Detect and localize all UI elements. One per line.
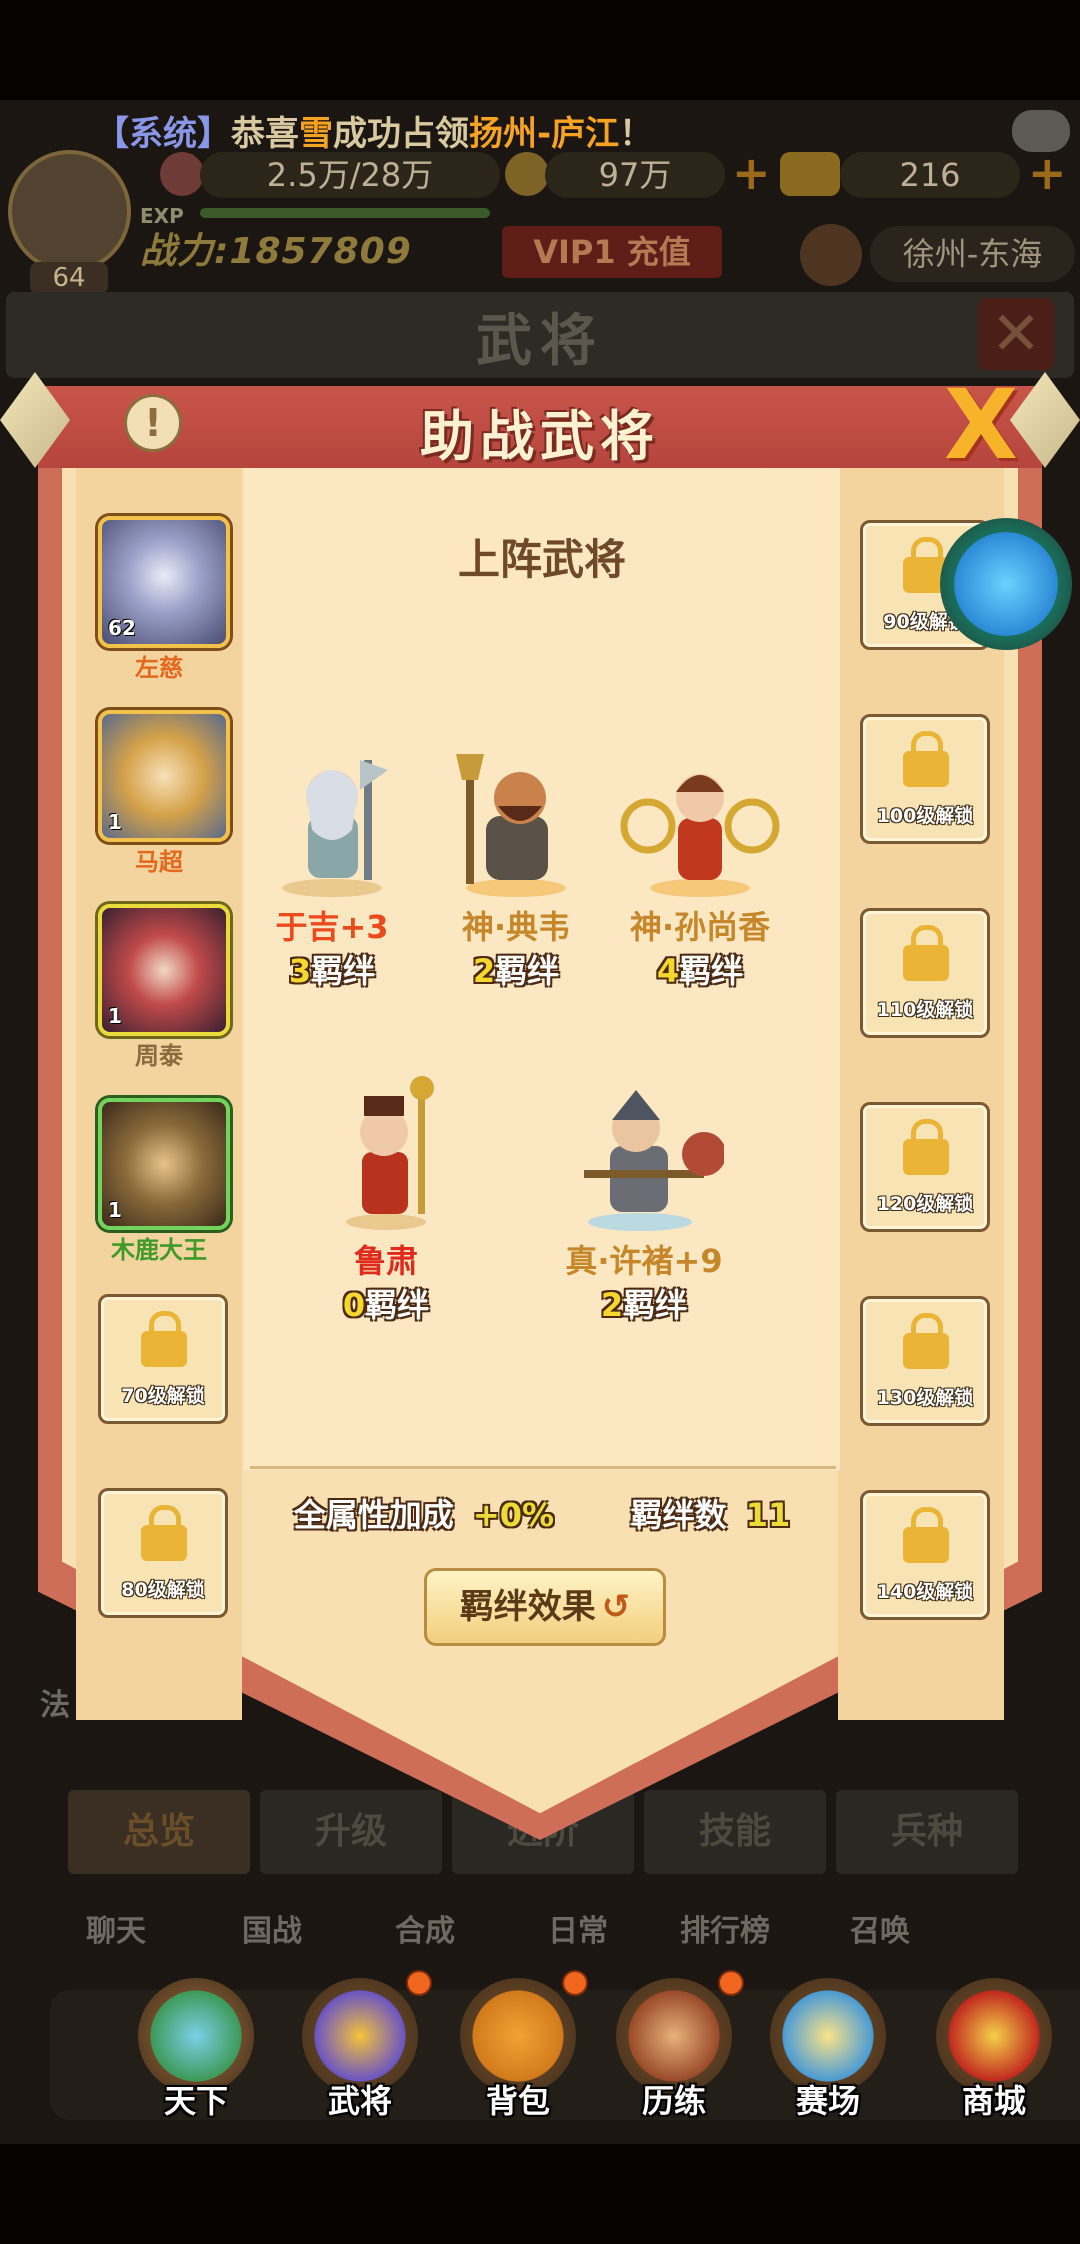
coin-counter: 97万 <box>545 152 725 198</box>
general-name: 真·许褚+9 <box>565 1242 723 1280</box>
tab-upgrade[interactable]: 升级 <box>260 1790 442 1874</box>
gold-ingot-icon <box>780 152 840 196</box>
coin-icon <box>505 152 549 196</box>
vip-recharge-button[interactable]: VIP1 充值 <box>502 226 722 278</box>
locked-slot-140[interactable]: 140级解锁 <box>860 1490 990 1620</box>
location-label[interactable]: 徐州-东海 <box>870 226 1075 282</box>
support-slot-1[interactable]: 62 <box>98 516 230 648</box>
lock-icon <box>903 925 949 981</box>
player-level-badge: 64 <box>30 262 108 294</box>
notification-dot <box>406 1970 432 1996</box>
general-figure <box>456 754 566 897</box>
locked-slot-130[interactable]: 130级解锁 <box>860 1296 990 1426</box>
general-bond-count: 0羁绊 <box>342 1286 430 1324</box>
player-avatar[interactable] <box>8 150 131 273</box>
locked-slot-110[interactable]: 110级解锁 <box>860 908 990 1038</box>
general-figure <box>584 1090 724 1231</box>
bond-effect-button[interactable]: 羁绊效果 ↺ <box>424 1568 666 1646</box>
popup-close-button[interactable]: X <box>936 377 1026 473</box>
locked-slot-100[interactable]: 100级解锁 <box>860 714 990 844</box>
outer-close-button[interactable]: ✕ <box>978 298 1054 370</box>
general-figure <box>346 1076 434 1230</box>
floating-assistant-slime-icon[interactable] <box>940 518 1072 650</box>
food-counter: 2.5万/28万 <box>200 152 500 198</box>
add-gold-button[interactable]: + <box>1028 146 1067 200</box>
menu-chat[interactable]: 聊天 <box>86 1906 146 1950</box>
general-bond-count: 2羁绊 <box>600 1286 688 1324</box>
notification-dot <box>718 1970 744 1996</box>
support-slot-4[interactable]: 1 <box>98 1098 230 1230</box>
nav-bag-button[interactable]: 背包 <box>448 1970 588 2120</box>
bond-stats-line: 全属性加成 +0% 羁绊数 11 <box>293 1496 791 1534</box>
menu-daily[interactable]: 日常 <box>548 1906 608 1950</box>
gold-counter: 216 <box>840 152 1020 198</box>
system-ticker: 【系统】恭喜雪成功占领扬州-庐江！ <box>95 114 654 154</box>
lock-icon <box>141 1311 187 1367</box>
notification-dot <box>562 1970 588 1996</box>
tab-troops[interactable]: 兵种 <box>836 1790 1018 1874</box>
lock-icon <box>903 1119 949 1175</box>
locked-slot-80[interactable]: 80级解锁 <box>98 1488 228 1618</box>
hero-name-label: 左慈 <box>135 654 183 682</box>
combat-power: 战力:1857809 <box>140 231 412 272</box>
menu-ranking[interactable]: 排行榜 <box>680 1906 770 1950</box>
lock-icon <box>903 1313 949 1369</box>
hero-name-label: 周泰 <box>135 1042 183 1070</box>
nav-arena-button[interactable]: 赛场 <box>758 1970 898 2120</box>
tab-skills[interactable]: 技能 <box>644 1790 826 1874</box>
lock-icon <box>141 1505 187 1561</box>
locked-slot-120[interactable]: 120级解锁 <box>860 1102 990 1232</box>
menu-nation-war[interactable]: 国战 <box>242 1906 302 1950</box>
panel-divider <box>250 1466 836 1477</box>
hero-name-label: 马超 <box>135 848 183 876</box>
lock-icon <box>903 1507 949 1563</box>
section-title: 上阵武将 <box>457 535 626 584</box>
general-figure <box>282 760 388 897</box>
general-name: 神·孙尚香 <box>629 908 771 946</box>
nav-general-button[interactable]: 武将 <box>290 1970 432 2120</box>
nav-world-button[interactable]: 天下 <box>126 1970 266 2120</box>
exp-bar <box>200 208 490 218</box>
add-coin-button[interactable]: + <box>732 146 771 200</box>
outer-page-title: 武将 <box>476 309 604 374</box>
general-bond-count: 4羁绊 <box>656 952 744 990</box>
menu-summon[interactable]: 召唤 <box>850 1906 910 1950</box>
nav-shop-button[interactable]: 商城 <box>924 1970 1064 2120</box>
info-warning-icon[interactable]: ! <box>124 394 182 452</box>
lock-icon <box>903 731 949 787</box>
food-icon <box>160 152 204 196</box>
hero-name-label: 木鹿大王 <box>111 1236 207 1264</box>
side-hint-text: 法 <box>40 1688 70 1723</box>
general-name: 鲁肃 <box>353 1242 418 1280</box>
nav-training-button[interactable]: 历练 <box>604 1970 744 2120</box>
locked-slot-70[interactable]: 70级解锁 <box>98 1294 228 1424</box>
general-figure <box>620 774 780 897</box>
support-slot-2[interactable]: 1 <box>98 710 230 842</box>
menu-synthesis[interactable]: 合成 <box>395 1906 455 1950</box>
gift-box-icon[interactable] <box>800 224 862 286</box>
refresh-icon: ↺ <box>601 1587 631 1627</box>
tab-overview[interactable]: 总览 <box>68 1790 250 1874</box>
